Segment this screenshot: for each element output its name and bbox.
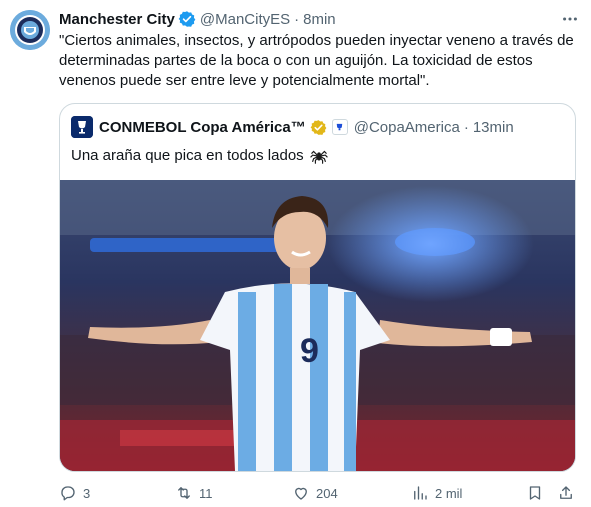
quoted-tweet[interactable]: CONMEBOL Copa América™ @CopaAmerica · 13… <box>59 103 576 472</box>
bookmark-icon <box>529 486 541 500</box>
quoted-time[interactable]: 13min <box>473 119 514 136</box>
quoted-text: Una araña que pica en todos lados <box>71 147 304 164</box>
retweet-button[interactable]: 11 <box>175 482 213 504</box>
action-bar: 3 11 204 2 mil <box>59 482 579 504</box>
retweet-count: 11 <box>199 485 213 501</box>
views-icon <box>414 486 427 500</box>
author-name[interactable]: Manchester City <box>59 11 175 28</box>
like-icon <box>295 487 307 500</box>
share-icon <box>560 486 572 499</box>
quoted-photo[interactable]: 9 <box>60 180 575 471</box>
reply-count: 3 <box>83 485 91 501</box>
quoted-avatar[interactable] <box>71 116 93 138</box>
spider-icon <box>309 150 328 164</box>
author-handle[interactable]: @ManCityES <box>200 11 290 28</box>
copa-america-logo-icon <box>71 116 93 138</box>
quoted-handle[interactable]: @CopaAmerica <box>354 119 460 136</box>
author-avatar[interactable] <box>10 10 50 50</box>
tweet-header: Manchester City @ManCityES · 8min <box>59 9 336 29</box>
retweet-icon <box>178 487 190 499</box>
player-celebration-image: 9 <box>60 180 575 471</box>
man-city-crest-icon <box>10 10 50 50</box>
quoted-separator-dot: · <box>463 118 469 136</box>
share-button[interactable] <box>557 482 575 504</box>
gold-verified-badge-icon[interactable] <box>310 119 327 136</box>
affiliate-badge-icon[interactable] <box>331 119 348 135</box>
tweet-card[interactable]: Manchester City @ManCityES · 8min "Ciert… <box>0 0 591 507</box>
reply-button[interactable]: 3 <box>59 482 90 504</box>
views-count: 2 mil <box>435 485 463 501</box>
like-count: 204 <box>316 485 338 501</box>
more-options-button[interactable] <box>559 8 581 30</box>
like-button[interactable]: 204 <box>292 482 338 504</box>
tweet-time[interactable]: 8min <box>303 11 336 28</box>
quoted-header: CONMEBOL Copa América™ @CopaAmerica · 13… <box>71 116 514 138</box>
quoted-text-row: Una araña que pica en todos lados <box>71 146 328 166</box>
verified-badge-icon[interactable] <box>178 10 196 28</box>
separator-dot: · <box>294 10 300 28</box>
svg-text:9: 9 <box>300 332 319 370</box>
reply-icon <box>61 486 75 501</box>
more-icon <box>563 17 577 21</box>
tweet-text: "Ciertos animales, insectos, y artrópodo… <box>59 32 574 89</box>
quoted-author-name[interactable]: CONMEBOL Copa América™ <box>99 119 306 136</box>
views-button[interactable]: 2 mil <box>411 482 462 504</box>
bookmark-button[interactable] <box>526 482 544 504</box>
